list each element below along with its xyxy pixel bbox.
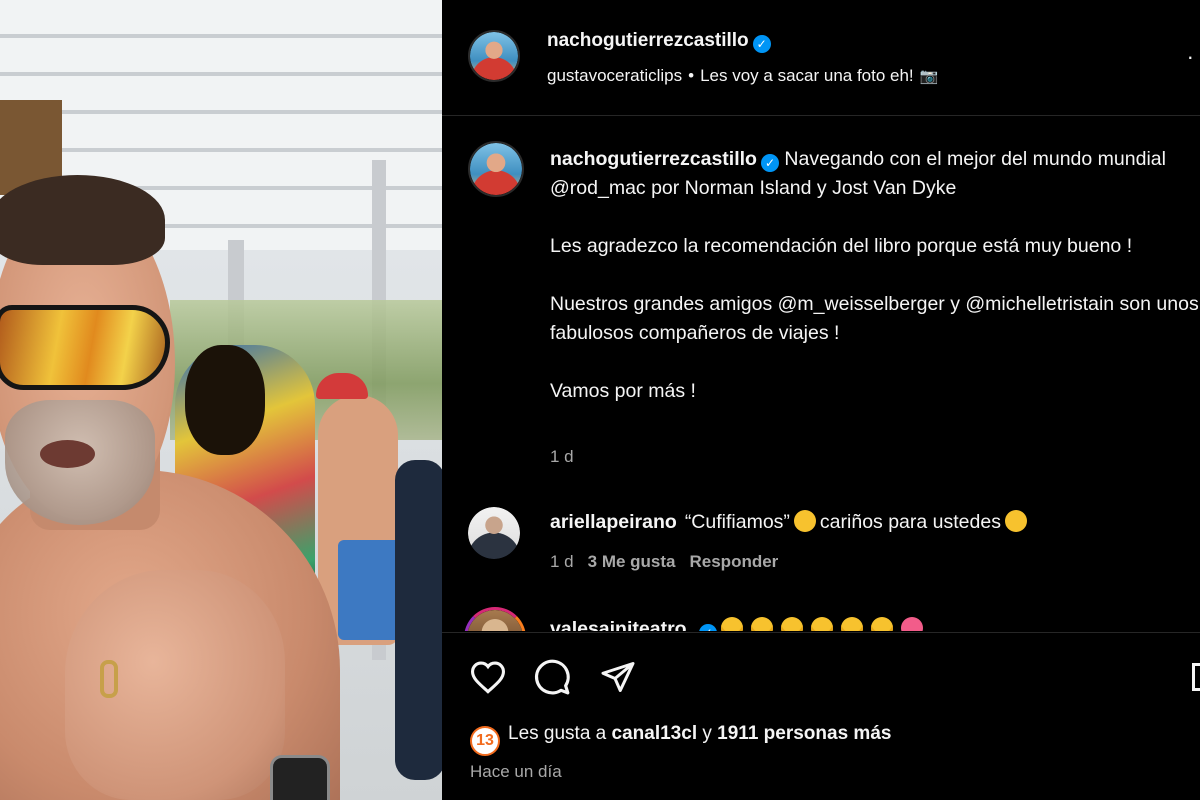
clap-emoji-icon: [810, 617, 833, 631]
comment-icon: [534, 659, 570, 695]
comment-meta: 1 d 3 Me gusta Responder: [550, 552, 792, 572]
author-avatar-image: [470, 32, 518, 80]
audio-title[interactable]: Les voy a sacar una foto eh!: [700, 66, 914, 85]
comment-time[interactable]: 1 d: [550, 552, 574, 571]
audio-attribution: gustavoceraticlips • Les voy a sacar una f…: [547, 66, 938, 86]
comment-likes[interactable]: 3 Me gusta: [588, 552, 676, 571]
comment-text-start: “Cufifiamos”: [684, 511, 790, 533]
like-button[interactable]: [468, 657, 508, 697]
heart-icon: [470, 661, 506, 694]
audio-author[interactable]: gustavoceraticlips: [547, 66, 682, 85]
commenter-avatar-image: [467, 610, 523, 631]
comment-button[interactable]: [532, 657, 572, 697]
clap-emoji-icon: [780, 617, 803, 631]
commenter-avatar[interactable]: [464, 607, 526, 631]
commenter-avatar[interactable]: [468, 507, 520, 559]
commenter-avatar-image: [468, 507, 520, 559]
clap-emoji-icon: [750, 617, 773, 631]
clap-emoji-icon: [870, 617, 893, 631]
caption-username[interactable]: nachogutierrezcastillo: [550, 148, 757, 170]
background-person: [395, 460, 442, 780]
bookmark-icon[interactable]: [1192, 663, 1200, 691]
man-hand: [65, 570, 285, 800]
caption-time[interactable]: 1 d: [550, 447, 574, 466]
post-caption: nachogutierrezcastillo ✓ Navegando con el…: [550, 145, 1200, 435]
author-username-row: nachogutierrezcastillo ✓: [547, 30, 771, 53]
more-options-icon[interactable]: ·: [1187, 44, 1196, 70]
liker-username[interactable]: canal13cl: [612, 723, 698, 744]
caption-meta: 1 d: [550, 447, 588, 467]
verified-icon: ✓: [752, 35, 771, 53]
comment: valesainiteatro ✓: [550, 617, 927, 631]
comment-text-end: cariños para ustedes: [819, 511, 1001, 533]
caption-paragraph: nachogutierrezcastillo ✓ Navegando con el…: [550, 145, 1200, 203]
comment: ariellapeirano “Cufifiamos” cariños para u…: [550, 510, 1031, 534]
caption-paragraph: Les agradezco la recomendación del libro…: [550, 235, 1133, 257]
sunglasses: [0, 305, 170, 390]
liker-avatar[interactable]: 13: [470, 726, 500, 756]
caption-avatar-image: [470, 143, 522, 195]
caption-paragraph: Nuestros grandes amigos @m_weisselberger…: [550, 293, 1199, 344]
ring: [100, 660, 118, 698]
rofl-emoji-icon: [793, 510, 816, 532]
comments-section[interactable]: nachogutierrezcastillo ✓ Navegando con el…: [442, 117, 1200, 631]
reply-button[interactable]: Responder: [690, 552, 779, 571]
comment-username[interactable]: ariellapeirano: [550, 511, 677, 533]
clap-emoji-icon: [840, 617, 863, 631]
caption-paragraph: Vamos por más !: [550, 380, 696, 402]
post-header: nachogutierrezcastillo ✓ gustavoceraticli…: [442, 0, 1200, 116]
send-icon: [601, 662, 635, 692]
separator: •: [688, 66, 695, 85]
kiss-emoji-icon: [1004, 510, 1027, 532]
verified-icon: ✓: [760, 154, 779, 172]
camera-icon: 📷: [919, 68, 939, 85]
watch: [270, 755, 330, 800]
likes-joiner: y: [702, 723, 712, 744]
post-actions: 13 Les gusta a canal13cl y 1911 personas …: [442, 632, 1200, 800]
man-mouth: [40, 440, 95, 468]
likes-count[interactable]: 1911 personas más: [717, 723, 891, 744]
comment-username[interactable]: valesainiteatro: [550, 618, 687, 631]
post-panel: nachogutierrezcastillo ✓ gustavoceraticli…: [442, 0, 1200, 800]
verified-icon: ✓: [698, 624, 717, 631]
man-hair: [0, 175, 165, 265]
share-button[interactable]: [598, 657, 638, 697]
post-timestamp[interactable]: Hace un día: [470, 762, 562, 782]
star-struck-emoji-icon: [900, 617, 923, 631]
author-avatar[interactable]: [468, 30, 520, 82]
author-username[interactable]: nachogutierrezcastillo: [547, 30, 749, 51]
background-person-head: [185, 345, 265, 455]
likes-prefix: Les gusta a: [508, 723, 607, 744]
caption-avatar[interactable]: [468, 141, 524, 197]
clap-emoji-icon: [720, 617, 743, 631]
post-media[interactable]: [0, 0, 442, 800]
likes-summary: 13 Les gusta a canal13cl y 1911 personas …: [470, 723, 891, 756]
